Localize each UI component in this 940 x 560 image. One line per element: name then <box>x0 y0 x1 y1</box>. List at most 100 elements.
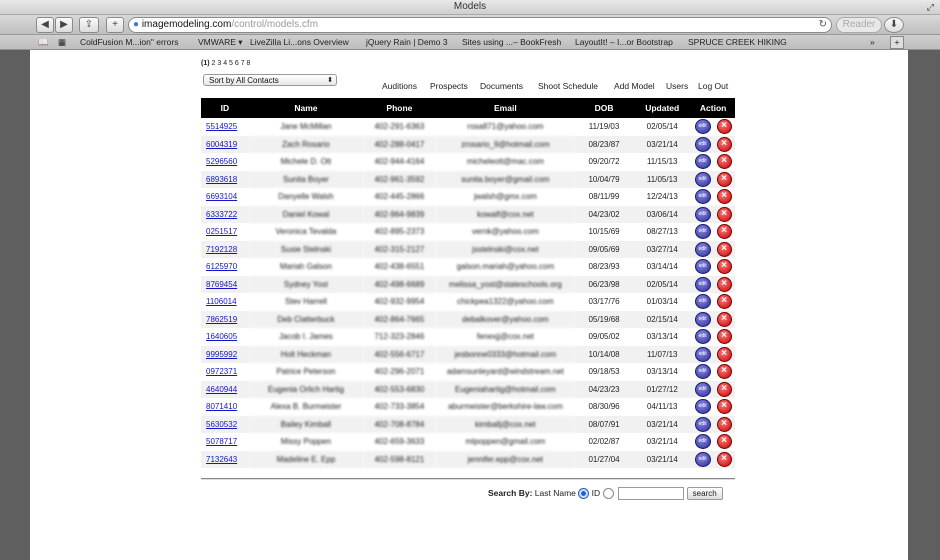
edit-button[interactable]: edit <box>694 171 711 187</box>
nav-auditions[interactable]: Auditions <box>382 81 417 91</box>
reload-icon[interactable]: ↻ <box>819 18 827 32</box>
edit-button[interactable]: edit <box>694 154 711 170</box>
bookmark-item[interactable]: LiveZilla Li...ons Overview <box>250 35 349 49</box>
sort-select[interactable]: Sort by All Contacts ⬍ <box>203 74 337 86</box>
delete-icon[interactable]: × <box>716 434 732 450</box>
bookmark-item[interactable]: ColdFusion M...ion" errors <box>80 35 178 49</box>
delete-icon[interactable]: × <box>716 364 732 380</box>
delete-icon[interactable]: × <box>716 399 732 415</box>
delete-icon[interactable]: × <box>716 189 732 205</box>
model-id-link[interactable]: 0972371 <box>206 367 237 376</box>
nav-shoot-schedule[interactable]: Shoot Schedule <box>538 81 598 91</box>
model-id-link[interactable]: 7192128 <box>206 245 237 254</box>
col-phone[interactable]: Phone <box>363 98 436 118</box>
bookmark-item[interactable]: Sites using ...– BookFresh <box>462 35 561 49</box>
bookmark-item[interactable]: SPRUCE CREEK HIKING <box>688 35 787 49</box>
edit-button[interactable]: edit <box>694 206 711 222</box>
fullscreen-icon[interactable]: ⤢ <box>927 0 934 14</box>
search-input[interactable] <box>618 487 685 500</box>
model-id-link[interactable]: 9995992 <box>206 350 237 359</box>
model-id-link[interactable]: 0251517 <box>206 227 237 236</box>
model-id-link[interactable]: 8071410 <box>206 402 237 411</box>
model-id-link[interactable]: 6004319 <box>206 140 237 149</box>
edit-button[interactable]: edit <box>694 346 711 362</box>
address-bar[interactable]: ● imagemodeling.com/control/models.cfm ↻ <box>128 17 832 33</box>
bookmark-item[interactable]: LayoutIt! – I...or Bootstrap <box>575 35 673 49</box>
more-bookmarks-icon[interactable]: » <box>870 35 875 49</box>
model-id-link[interactable]: 6125970 <box>206 262 237 271</box>
edit-button[interactable]: edit <box>694 416 711 432</box>
nav-users[interactable]: Users <box>666 81 688 91</box>
delete-icon[interactable]: × <box>716 276 732 292</box>
edit-button[interactable]: edit <box>694 381 711 397</box>
col-dob[interactable]: DOB <box>574 98 634 118</box>
share-button[interactable]: ⇪ <box>79 17 99 33</box>
reading-list-icon[interactable]: 📖 <box>38 35 49 49</box>
radio-lastname[interactable] <box>578 488 590 499</box>
reader-button[interactable]: Reader <box>836 17 882 33</box>
col-name[interactable]: Name <box>248 98 364 118</box>
edit-button[interactable]: edit <box>694 241 711 257</box>
edit-button[interactable]: edit <box>694 364 711 380</box>
bookmark-item[interactable]: jQuery Rain | Demo 3 <box>366 35 448 49</box>
model-id-link[interactable]: 5630532 <box>206 420 237 429</box>
model-id-link[interactable]: 5514925 <box>206 122 237 131</box>
model-id-link[interactable]: 6693104 <box>206 192 237 201</box>
model-id-link[interactable]: 4640944 <box>206 385 237 394</box>
edit-button[interactable]: edit <box>694 294 711 310</box>
model-id-link[interactable]: 6333722 <box>206 210 237 219</box>
model-id-link[interactable]: 6893618 <box>206 175 237 184</box>
delete-icon[interactable]: × <box>716 154 732 170</box>
edit-button[interactable]: edit <box>694 451 711 467</box>
edit-button[interactable]: edit <box>694 311 711 327</box>
edit-button[interactable]: edit <box>694 119 711 135</box>
delete-icon[interactable]: × <box>716 311 732 327</box>
col-email[interactable]: Email <box>435 98 575 118</box>
model-id-link[interactable]: 5078717 <box>206 437 237 446</box>
delete-icon[interactable]: × <box>716 346 732 362</box>
delete-icon[interactable]: × <box>716 171 732 187</box>
edit-button[interactable]: edit <box>694 434 711 450</box>
edit-button[interactable]: edit <box>694 399 711 415</box>
delete-icon[interactable]: × <box>716 329 732 345</box>
delete-icon[interactable]: × <box>716 136 732 152</box>
back-button[interactable]: ◀ <box>36 17 54 33</box>
col-id[interactable]: ID <box>201 98 249 118</box>
edit-button[interactable]: edit <box>694 329 711 345</box>
add-bookmark-button[interactable]: + <box>106 17 124 33</box>
search-button[interactable]: search <box>686 487 723 500</box>
model-id-link[interactable]: 1640605 <box>206 332 237 341</box>
bookmark-item[interactable]: VMWARE ▾ <box>198 35 243 49</box>
edit-button[interactable]: edit <box>694 136 711 152</box>
pagination[interactable]: (1) 2 3 4 5 6 7 8 <box>201 60 250 67</box>
model-id-link[interactable]: 7862519 <box>206 315 237 324</box>
delete-icon[interactable]: × <box>716 259 732 275</box>
model-id-link[interactable]: 8769454 <box>206 280 237 289</box>
downloads-button[interactable]: ⬇ <box>884 17 904 33</box>
delete-icon[interactable]: × <box>716 206 732 222</box>
edit-button[interactable]: edit <box>694 276 711 292</box>
model-id-link[interactable]: 5296560 <box>206 157 237 166</box>
edit-button[interactable]: edit <box>694 224 711 240</box>
model-id-link[interactable]: 7132643 <box>206 455 237 464</box>
nav-documents[interactable]: Documents <box>480 81 523 91</box>
forward-button[interactable]: ▶ <box>55 17 73 33</box>
delete-icon[interactable]: × <box>716 294 732 310</box>
edit-button[interactable]: edit <box>694 189 711 205</box>
col-updated[interactable]: Updated <box>633 98 692 118</box>
nav-add-model[interactable]: Add Model <box>614 81 655 91</box>
new-tab-button[interactable]: + <box>890 36 904 49</box>
top-sites-icon[interactable]: ▦ <box>58 35 66 49</box>
radio-id[interactable] <box>602 488 614 499</box>
delete-icon[interactable]: × <box>716 241 732 257</box>
delete-icon[interactable]: × <box>716 416 732 432</box>
delete-icon[interactable]: × <box>716 224 732 240</box>
model-id-link[interactable]: 1106014 <box>206 297 237 306</box>
edit-button[interactable]: edit <box>694 259 711 275</box>
nav-log-out[interactable]: Log Out <box>698 81 728 91</box>
delete-icon[interactable]: × <box>716 381 732 397</box>
nav-prospects[interactable]: Prospects <box>430 81 468 91</box>
delete-icon[interactable]: × <box>716 451 732 467</box>
page-links[interactable]: 2 3 4 5 6 7 8 <box>212 60 251 67</box>
delete-icon[interactable]: × <box>716 119 732 135</box>
